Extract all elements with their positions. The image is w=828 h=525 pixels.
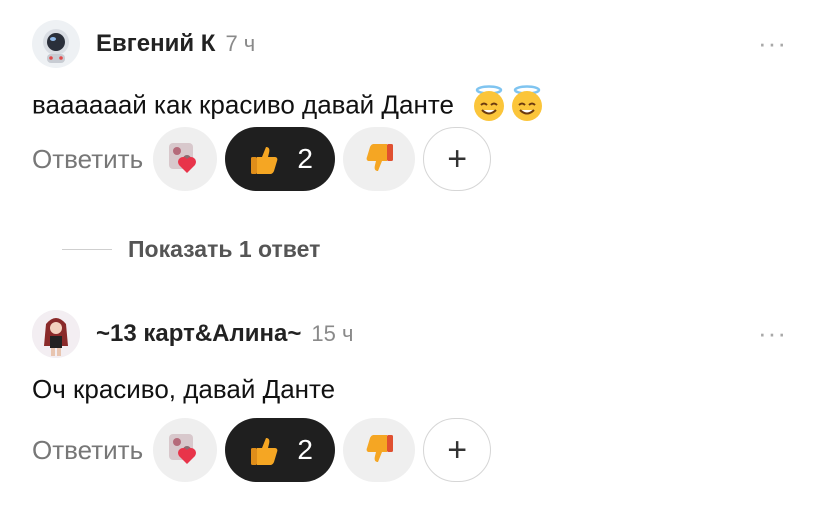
add-reaction-button[interactable]: + — [423, 418, 492, 482]
comment-text: Оч красиво, давай Данте — [32, 374, 335, 405]
author-avatar[interactable] — [32, 310, 80, 358]
dislike-button[interactable] — [343, 127, 416, 191]
astronaut-avatar-icon — [43, 29, 69, 63]
show-replies-link[interactable]: Показать 1 ответ — [62, 236, 320, 263]
heart-sticker-icon — [169, 434, 197, 464]
thumbs-down-icon — [366, 435, 394, 462]
reaction-sticker-button[interactable] — [153, 418, 218, 482]
girl-avatar-icon — [32, 310, 80, 358]
thumbs-up-icon — [251, 438, 278, 465]
comment-actions: Ответить 2 + — [32, 127, 499, 191]
dislike-button[interactable] — [343, 418, 416, 482]
heart-sticker-icon — [169, 143, 197, 173]
like-button[interactable]: 2 — [225, 418, 336, 482]
more-options-icon[interactable]: ··· — [758, 320, 787, 346]
comment-time: 15 ч — [311, 321, 354, 346]
like-count: 2 — [297, 434, 313, 465]
author-name-text[interactable]: ~13 карт&Алина~ — [96, 320, 301, 347]
thumbs-down-icon — [366, 144, 394, 171]
more-options-icon[interactable]: ··· — [758, 30, 787, 56]
like-button[interactable]: 2 — [225, 127, 336, 191]
add-reaction-button[interactable]: + — [423, 127, 492, 191]
comment-text-content: ваааааай как красиво давай Данте — [32, 89, 454, 120]
like-count: 2 — [297, 143, 313, 174]
comment-text-content: Оч красиво, давай Данте — [32, 374, 336, 404]
author-avatar[interactable] — [32, 20, 80, 68]
reaction-sticker-button[interactable] — [153, 127, 218, 191]
comment-actions: Ответить 2 + — [32, 418, 499, 482]
thumbs-up-icon — [251, 147, 278, 174]
comment-time: 7 ч — [225, 31, 256, 56]
reply-button[interactable]: Ответить — [32, 435, 143, 466]
halo-emoji-icon — [471, 84, 547, 129]
show-replies-label[interactable]: Показать 1 ответ — [128, 236, 320, 263]
replies-divider — [62, 248, 112, 251]
author-name-text[interactable]: Евгений К — [96, 30, 215, 57]
author-name[interactable]: ~13 карт&Алина~ 15 ч — [96, 320, 353, 348]
comment-text: ваааааай как красиво давай Данте — [32, 84, 547, 129]
author-name[interactable]: Евгений К 7 ч — [96, 30, 255, 58]
reply-button[interactable]: Ответить — [32, 144, 143, 175]
